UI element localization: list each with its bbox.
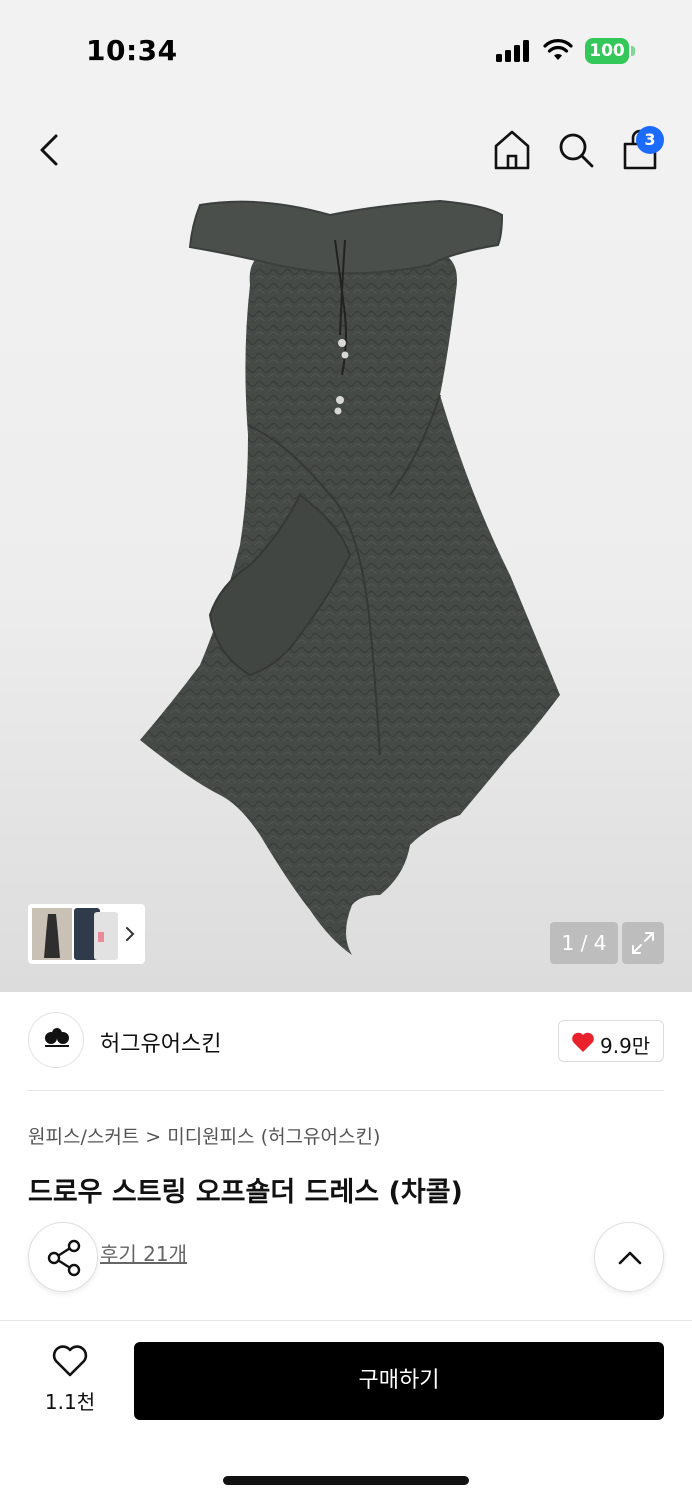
chevron-right-icon[interactable] (124, 924, 136, 944)
cellular-signal-icon (496, 40, 529, 62)
wishlist-button[interactable]: 1.1천 (36, 1344, 104, 1416)
battery-indicator: 100 (585, 38, 629, 64)
cart-count-badge: 3 (636, 126, 664, 154)
share-button[interactable] (28, 1222, 98, 1292)
brand-like-count: 9.9만 (600, 1034, 651, 1058)
battery-tip (631, 46, 635, 56)
status-bar: 10:34 100 (0, 0, 692, 100)
breadcrumb-subcategory[interactable]: 미디원피스 (허그유어스킨) (167, 1126, 380, 1148)
divider (28, 1090, 664, 1091)
home-icon[interactable] (492, 128, 532, 172)
review-link[interactable]: 후기 21개 (100, 1238, 187, 1267)
breadcrumb-separator: > (145, 1126, 162, 1148)
brand-logo[interactable] (28, 1012, 84, 1068)
scroll-top-button[interactable] (594, 1222, 664, 1292)
expand-button[interactable] (622, 922, 664, 964)
product-title: 드로우 스트링 오프숄더 드레스 (차콜) (28, 1177, 463, 1208)
wifi-icon (543, 39, 573, 60)
status-time: 10:34 (86, 34, 178, 67)
product-photo[interactable] (130, 195, 570, 965)
brand-logo-mark (45, 1028, 69, 1047)
search-icon[interactable] (556, 130, 596, 170)
breadcrumb: 원피스/스커트 > 미디원피스 (허그유어스킨) (28, 1122, 380, 1149)
heart-filled-icon (572, 1032, 594, 1052)
chevron-up-icon (618, 1251, 642, 1265)
wishlist-count: 1.1천 (44, 1390, 96, 1414)
image-counter: 1 / 4 (550, 922, 618, 964)
brand-name[interactable]: 허그유어스킨 (100, 1026, 221, 1058)
brand-like-button[interactable]: 9.9만 (558, 1020, 664, 1062)
expand-icon (632, 932, 654, 954)
heart-outline-icon (52, 1345, 88, 1377)
breadcrumb-category[interactable]: 원피스/스커트 (28, 1126, 139, 1148)
home-indicator (223, 1476, 469, 1485)
back-icon[interactable] (32, 130, 68, 170)
share-icon (47, 1239, 81, 1277)
buy-button[interactable]: 구매하기 (134, 1342, 664, 1420)
